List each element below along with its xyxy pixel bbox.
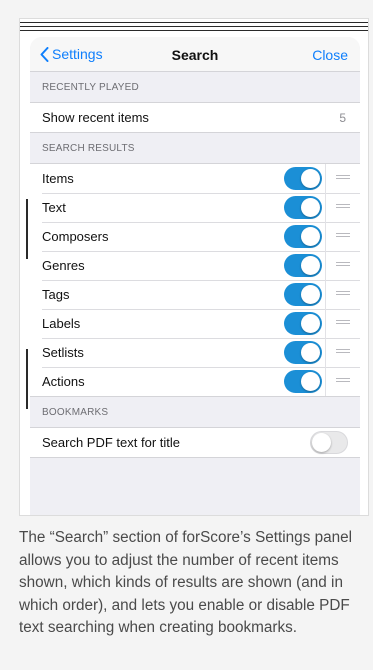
toggle-switch[interactable] (284, 283, 322, 306)
row-label: Composers (42, 229, 109, 244)
search-result-row-items: Items (30, 164, 360, 193)
toggle-knob (312, 433, 331, 452)
toggle-knob (301, 343, 320, 362)
divider (325, 251, 326, 280)
reorder-handle-icon[interactable] (336, 291, 350, 298)
back-button[interactable]: Settings (40, 46, 103, 62)
bookmarks-group: Search PDF text for title (30, 427, 360, 458)
toggle-switch[interactable] (284, 341, 322, 364)
navigation-bar: Settings Search Close (30, 37, 360, 72)
search-result-row-tags: Tags (30, 280, 360, 309)
search-pdf-text-row: Search PDF text for title (30, 428, 360, 457)
row-label: Search PDF text for title (42, 435, 180, 450)
reorder-handle-icon[interactable] (336, 378, 350, 385)
row-label: Genres (42, 258, 85, 273)
toggle-switch[interactable] (284, 312, 322, 335)
section-header-search-results: SEARCH RESULTS (42, 143, 135, 154)
toggle-switch[interactable] (284, 196, 322, 219)
search-result-row-labels: Labels (30, 309, 360, 338)
toggle-switch[interactable] (284, 167, 322, 190)
reorder-handle-icon[interactable] (336, 204, 350, 211)
divider (325, 309, 326, 338)
toggle-knob (301, 256, 320, 275)
caption-text: The “Search” section of forScore’s Setti… (19, 529, 353, 636)
recently-played-group: Show recent items 5 (30, 102, 360, 133)
toggle-knob (301, 314, 320, 333)
toggle-knob (301, 198, 320, 217)
toggle-switch[interactable] (284, 225, 322, 248)
search-pdf-text-toggle[interactable] (310, 431, 348, 454)
search-result-row-text: Text (30, 193, 360, 222)
divider (325, 367, 326, 396)
reorder-handle-icon[interactable] (336, 262, 350, 269)
reorder-handle-icon[interactable] (336, 175, 350, 182)
show-recent-items-row[interactable]: Show recent items 5 (30, 103, 360, 132)
back-button-label: Settings (52, 46, 103, 62)
search-results-group: Items Text Composers Genres Tags Labels … (30, 163, 360, 397)
row-label: Tags (42, 287, 70, 302)
reorder-handle-icon[interactable] (336, 320, 350, 327)
section-header-recently-played: RECENTLY PLAYED (42, 82, 139, 93)
toggle-switch[interactable] (284, 254, 322, 277)
chevron-left-icon (40, 46, 49, 62)
reorder-handle-icon[interactable] (336, 349, 350, 356)
search-result-row-composers: Composers (30, 222, 360, 251)
search-result-row-actions: Actions (30, 367, 360, 396)
row-label: Actions (42, 374, 85, 389)
row-label: Text (42, 200, 66, 215)
close-button[interactable]: Close (312, 47, 348, 63)
toggle-knob (301, 372, 320, 391)
toggle-knob (301, 227, 320, 246)
row-label: Setlists (42, 345, 84, 360)
toggle-knob (301, 285, 320, 304)
reorder-handle-icon[interactable] (336, 233, 350, 240)
divider (325, 280, 326, 309)
search-result-row-genres: Genres (30, 251, 360, 280)
row-label: Show recent items (42, 110, 149, 125)
row-label: Labels (42, 316, 81, 331)
divider (325, 222, 326, 251)
divider (325, 338, 326, 367)
section-header-bookmarks: BOOKMARKS (42, 407, 109, 418)
toggle-switch[interactable] (284, 370, 322, 393)
screenshot-frame: Settings Search Close RECENTLY PLAYED Sh… (19, 18, 369, 516)
settings-panel: Settings Search Close RECENTLY PLAYED Sh… (30, 37, 360, 515)
row-label: Items (42, 171, 74, 186)
divider (325, 193, 326, 222)
search-result-row-setlists: Setlists (30, 338, 360, 367)
toggle-knob (301, 169, 320, 188)
divider (325, 164, 326, 193)
recent-items-count: 5 (339, 110, 346, 125)
